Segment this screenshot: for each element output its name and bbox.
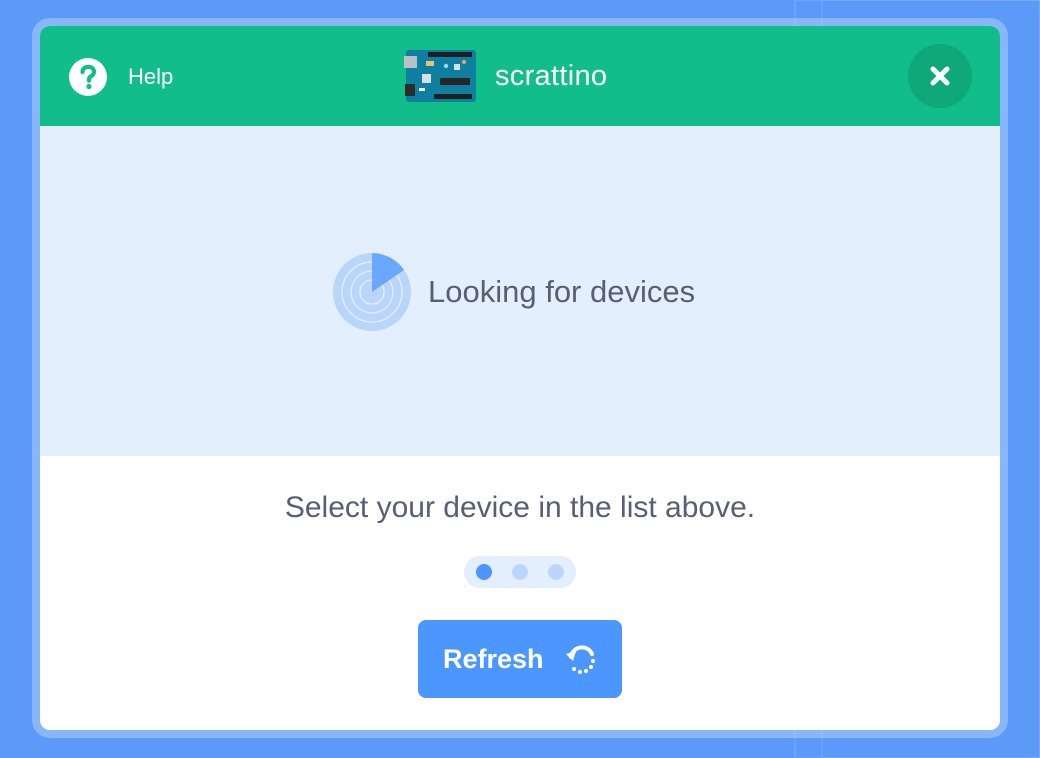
help-label: Help	[128, 64, 174, 89]
question-circle-icon	[69, 58, 107, 96]
device-name: scrattino	[495, 60, 608, 92]
refresh-button[interactable]: Refresh	[418, 620, 622, 698]
connection-modal: Help scrattino Looking for devices Selec…	[40, 26, 1000, 730]
close-x-icon	[930, 66, 950, 86]
step-dot	[512, 564, 528, 580]
modal-footer: Select your device in the list above. Re…	[40, 456, 1000, 730]
scanning-status: Looking for devices	[332, 252, 695, 332]
modal-header: Help scrattino	[40, 26, 1000, 126]
help-button[interactable]: Help	[68, 57, 173, 97]
scanning-text: Looking for devices	[428, 274, 696, 309]
device-title: scrattino	[404, 48, 607, 104]
instruction-text: Select your device in the list above.	[284, 491, 756, 524]
step-dot	[476, 564, 492, 580]
refresh-label: Refresh	[443, 644, 544, 674]
step-dot	[548, 564, 564, 580]
step-indicator	[464, 556, 576, 588]
refresh-icon	[565, 645, 595, 674]
arduino-board-icon	[404, 50, 476, 102]
device-list-area: Looking for devices	[40, 126, 1000, 456]
close-button[interactable]	[908, 44, 972, 108]
radar-scan-icon	[333, 253, 411, 331]
